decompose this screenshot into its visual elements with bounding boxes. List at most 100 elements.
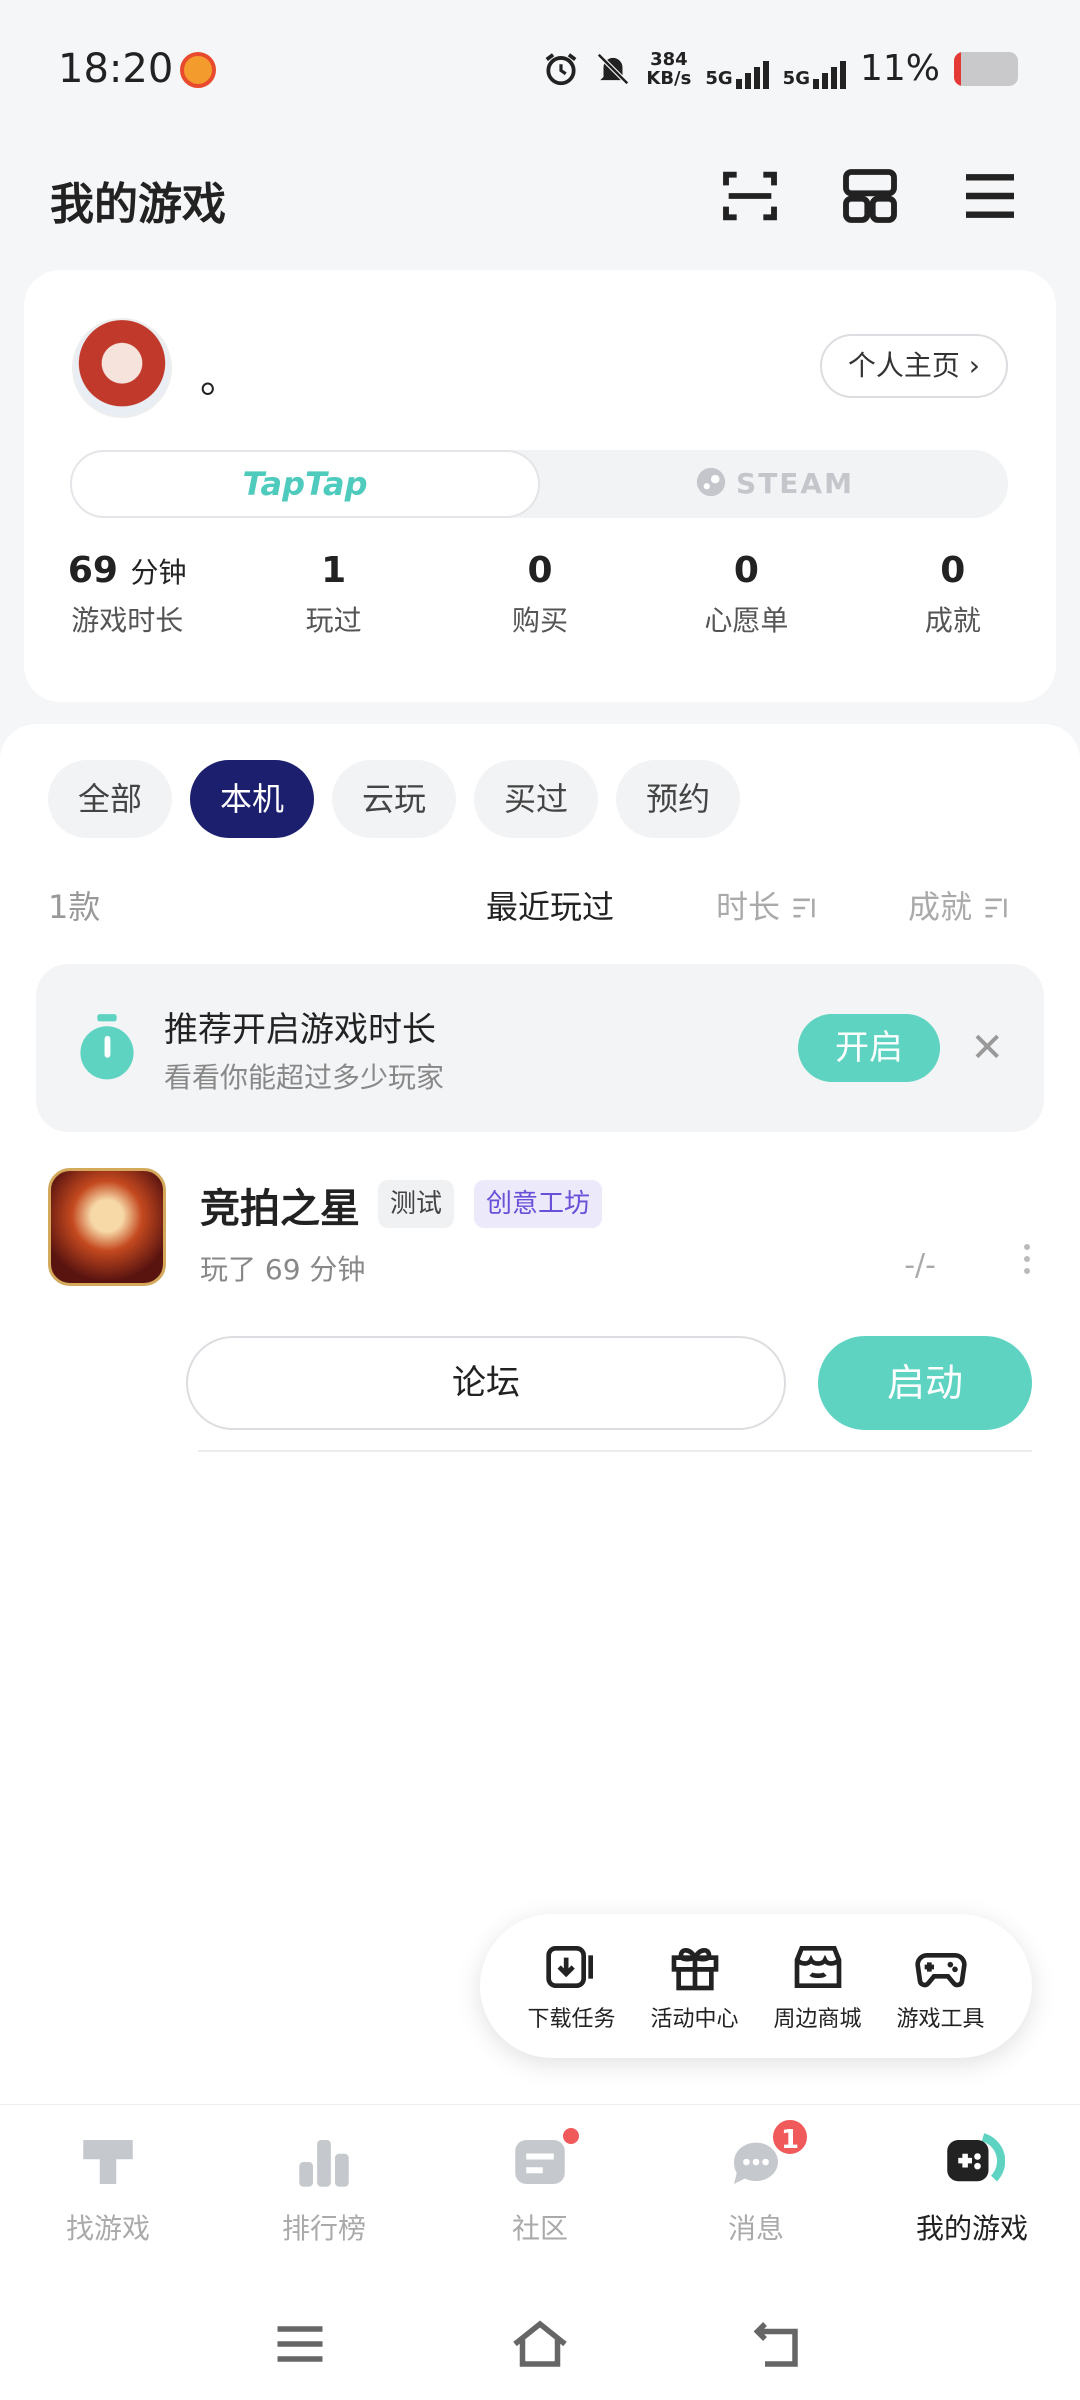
platform-steam-tab[interactable]: STEAM xyxy=(540,450,1008,518)
nav-my-games[interactable]: 我的游戏 xyxy=(864,2105,1080,2274)
nav-label: 找游戏 xyxy=(65,2212,150,2245)
avatar[interactable] xyxy=(72,318,172,418)
tag-workshop: 创意工坊 xyxy=(474,1180,603,1228)
apps-grid-icon[interactable] xyxy=(838,164,902,228)
notification-dot xyxy=(560,2125,582,2147)
nav-messages[interactable]: 1 消息 xyxy=(648,2105,864,2274)
speed-unit: KB/s xyxy=(646,67,692,89)
platform-taptap-tab[interactable]: TapTap xyxy=(70,450,540,518)
enable-playtime-button[interactable]: 开启 xyxy=(798,1014,940,1082)
divider xyxy=(198,1450,1032,1452)
system-nav xyxy=(0,2274,1080,2400)
recommend-title: 推荐开启游戏时长 xyxy=(164,1010,436,1050)
sort-duration-label: 时长 xyxy=(716,888,781,926)
launch-button[interactable]: 启动 xyxy=(818,1336,1032,1430)
forum-button[interactable]: 论坛 xyxy=(186,1336,786,1430)
tool-game-tools[interactable]: 游戏工具 xyxy=(881,1939,1001,2033)
nav-label: 消息 xyxy=(727,2212,784,2245)
sort-duration[interactable]: 时长 xyxy=(716,882,818,928)
sort-row: 1款 最近玩过 时长 成就 xyxy=(48,874,1032,934)
tool-download-tasks[interactable]: 下载任务 xyxy=(512,1939,632,2033)
sort-achievement-label: 成就 xyxy=(908,888,973,926)
tool-label: 下载任务 xyxy=(527,2007,616,2032)
chip-cloud[interactable]: 云玩 xyxy=(332,760,457,838)
gift-icon xyxy=(671,1948,718,1991)
sort-achievement[interactable]: 成就 xyxy=(908,882,1010,928)
download-icon xyxy=(545,1946,593,1988)
stat-label: 心愿单 xyxy=(704,604,789,637)
nav-label: 我的游戏 xyxy=(915,2212,1028,2245)
nav-find-games[interactable]: 找游戏 xyxy=(0,2105,216,2274)
recommend-subtitle: 看看你能超过多少玩家 xyxy=(164,1061,445,1094)
game-item[interactable]: 竞拍之星 测试 创意工坊 玩了 69 分钟 -/- 论坛 启动 xyxy=(48,1168,1032,1430)
status-bar: 18:20 384 KB/s 5G 5G 11% xyxy=(0,0,1080,140)
home-icon[interactable] xyxy=(510,2314,570,2374)
stat-label: 成就 xyxy=(924,604,981,637)
filter-chips: 全部 本机 云玩 买过 预约 xyxy=(48,760,741,838)
platform-switch: TapTap STEAM xyxy=(70,450,1008,518)
game-count: 1款 xyxy=(48,888,101,926)
tag-test: 测试 xyxy=(378,1180,455,1228)
tool-activity-center[interactable]: 活动中心 xyxy=(635,1939,755,2033)
tool-merch-store[interactable]: 周边商城 xyxy=(758,1939,878,2033)
battery-percent: 11% xyxy=(859,48,940,89)
game-list-sheet: 全部 本机 云玩 买过 预约 1款 最近玩过 时长 成就 推荐开启游戏时长 看看… xyxy=(0,724,1080,2104)
signal-1: 5G xyxy=(705,49,769,89)
stat-value: 0 xyxy=(940,550,966,591)
signal-2: 5G xyxy=(783,49,846,89)
stat-value: 0 xyxy=(527,550,553,591)
signal-1-label: 5G xyxy=(705,67,733,89)
steam-label: STEAM xyxy=(736,467,854,500)
bottom-nav: 找游戏 排行榜 社区 1 消息 我的游戏 xyxy=(0,2104,1080,2274)
page-title: 我的游戏 xyxy=(50,179,226,230)
stats-row: 69 分钟 游戏时长 1 玩过 0 购买 0 心愿单 0 成就 xyxy=(24,550,1056,639)
tool-label: 游戏工具 xyxy=(896,2007,985,2032)
scan-icon[interactable] xyxy=(718,164,782,228)
message-badge: 1 xyxy=(770,2117,810,2157)
more-options-icon[interactable] xyxy=(1022,1240,1032,1280)
battery-icon xyxy=(954,51,1018,86)
nav-rankings[interactable]: 排行榜 xyxy=(216,2105,432,2274)
stopwatch-icon xyxy=(80,1014,134,1080)
stat-label: 购买 xyxy=(512,604,569,637)
menu-icon[interactable] xyxy=(958,164,1022,228)
chip-bought[interactable]: 买过 xyxy=(474,760,599,838)
game-playtime: 玩了 69 分钟 xyxy=(200,1253,366,1286)
mute-bell-icon xyxy=(597,52,630,85)
toolbox: 下载任务 活动中心 周边商城 游戏工具 xyxy=(480,1914,1032,2058)
gamepad-icon xyxy=(914,1953,967,1988)
chip-all[interactable]: 全部 xyxy=(48,760,173,838)
sort-recent[interactable]: 最近玩过 xyxy=(486,882,614,928)
profile-card: 。 个人主页 › TapTap STEAM 69 分钟 游戏时长 1 玩过 0 … xyxy=(24,270,1056,702)
nav-label: 排行榜 xyxy=(281,2212,366,2245)
game-icon[interactable] xyxy=(48,1168,166,1286)
sort-icon xyxy=(985,898,1007,918)
stat-played[interactable]: 1 玩过 xyxy=(230,550,436,639)
stat-value: 0 xyxy=(733,550,759,591)
speed-value: 384 xyxy=(650,48,688,70)
steam-icon xyxy=(696,467,726,497)
recommend-banner: 推荐开启游戏时长 看看你能超过多少玩家 开启 ✕ xyxy=(36,964,1044,1132)
store-icon xyxy=(794,1946,841,1988)
stat-label: 玩过 xyxy=(305,604,362,637)
chip-local[interactable]: 本机 xyxy=(190,760,315,838)
sort-icon xyxy=(793,898,815,918)
stat-purchased[interactable]: 0 购买 xyxy=(437,550,643,639)
ranking-icon xyxy=(299,2140,349,2187)
gamepad-icon xyxy=(947,2133,1006,2182)
stat-wishlist[interactable]: 0 心愿单 xyxy=(643,550,849,639)
profile-home-button[interactable]: 个人主页 › xyxy=(819,334,1008,398)
close-icon[interactable]: ✕ xyxy=(970,1028,1004,1068)
stat-achievements[interactable]: 0 成就 xyxy=(850,550,1056,639)
username: 。 xyxy=(200,356,240,402)
status-time: 18:20 xyxy=(58,46,174,92)
stat-label: 游戏时长 xyxy=(71,604,184,637)
nav-community[interactable]: 社区 xyxy=(432,2105,648,2274)
recent-apps-icon[interactable] xyxy=(270,2314,330,2374)
stat-playtime[interactable]: 69 分钟 游戏时长 xyxy=(24,550,230,639)
chip-reserved[interactable]: 预约 xyxy=(616,760,741,838)
back-icon[interactable] xyxy=(750,2314,810,2374)
status-right: 384 KB/s 5G 5G 11% xyxy=(542,48,1018,89)
stat-value: 1 xyxy=(321,550,347,591)
network-speed: 384 KB/s xyxy=(646,50,691,88)
